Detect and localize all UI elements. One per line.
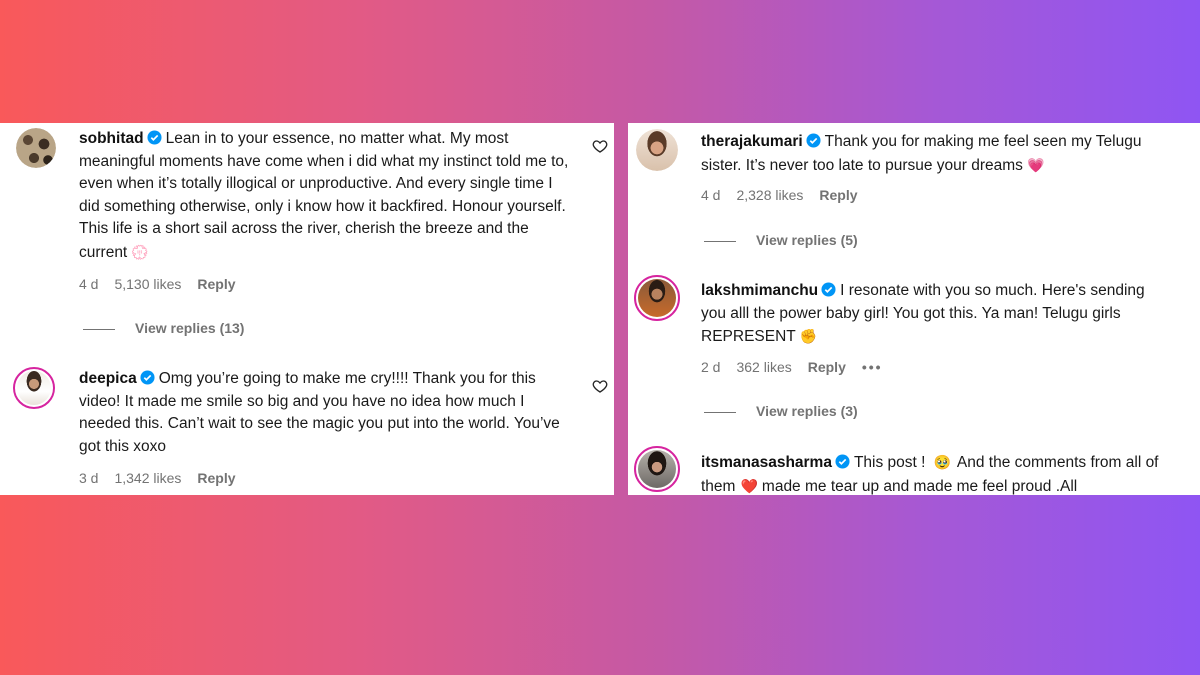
username[interactable]: therajakumari xyxy=(701,133,803,150)
comment-body: deepica Omg you’re going to make me cry!!… xyxy=(79,368,574,458)
comment-body: lakshmimanchu I resonate with you so much… xyxy=(701,280,1171,349)
comment-time: 2 d xyxy=(701,359,721,375)
teary-face-emoji: 🥹 xyxy=(933,454,951,470)
like-count[interactable]: 362 likes xyxy=(736,359,791,375)
comment-meta: 2 d 362 likes Reply ••• xyxy=(701,359,899,375)
avatar[interactable] xyxy=(634,275,680,321)
username[interactable]: lakshmimanchu xyxy=(701,282,818,299)
verified-badge-icon xyxy=(821,282,836,297)
comment-text-a: This post ! xyxy=(853,454,926,471)
replies-divider xyxy=(704,240,736,242)
avatar[interactable] xyxy=(13,367,55,409)
comment-time: 3 d xyxy=(79,470,99,486)
view-replies-label: View replies (13) xyxy=(135,320,245,336)
view-replies-label: View replies (5) xyxy=(756,232,858,248)
view-replies-label: View replies (3) xyxy=(756,403,858,419)
username[interactable]: itsmanasasharma xyxy=(701,454,832,471)
comment-meta: 3 d 1,342 likes Reply xyxy=(79,470,252,486)
heart-outline-icon[interactable] xyxy=(592,378,608,394)
avatar[interactable] xyxy=(16,128,56,168)
username[interactable]: sobhitad xyxy=(79,130,144,147)
comment-meta: 4 d 5,130 likes Reply xyxy=(79,276,252,292)
heart-outline-icon[interactable] xyxy=(592,138,608,154)
comments-panel-left: sobhitad Lean in to your essence, no matt… xyxy=(0,123,614,495)
red-heart-emoji: ❤️ xyxy=(740,477,758,494)
reply-button[interactable]: Reply xyxy=(819,187,857,203)
comment-text: Lean in to your essence, no matter what.… xyxy=(79,130,569,261)
like-count[interactable]: 5,130 likes xyxy=(114,276,181,292)
fist-emoji: ✊ xyxy=(799,328,818,344)
replies-divider xyxy=(704,411,736,413)
reply-button[interactable]: Reply xyxy=(197,276,235,292)
like-count[interactable]: 1,342 likes xyxy=(114,470,181,486)
verified-badge-icon xyxy=(147,130,162,145)
view-replies-button[interactable]: View replies (5) xyxy=(704,232,858,248)
more-options-icon[interactable]: ••• xyxy=(862,359,883,375)
view-replies-button[interactable]: View replies (3) xyxy=(704,403,858,419)
reply-button[interactable]: Reply xyxy=(808,359,846,375)
pink-heart-emoji: 💗 xyxy=(1026,156,1045,173)
view-replies-button[interactable]: View replies (13) xyxy=(83,320,244,336)
comment-time: 4 d xyxy=(79,276,99,292)
like-count[interactable]: 2,328 likes xyxy=(736,187,803,203)
avatar[interactable] xyxy=(636,129,678,171)
avatar[interactable] xyxy=(634,446,680,492)
comment-time: 4 d xyxy=(701,187,721,203)
flower-emoji: 💮 xyxy=(131,243,149,260)
comment-meta: 4 d 2,328 likes Reply xyxy=(701,187,874,203)
comments-panel-right: therajakumari Thank you for making me fee… xyxy=(628,123,1200,495)
replies-divider xyxy=(83,328,115,330)
comment-body: itsmanasasharma This post ! 🥹 And the comme… xyxy=(701,451,1171,495)
reply-button[interactable]: Reply xyxy=(197,470,235,486)
verified-badge-icon xyxy=(806,133,821,148)
verified-badge-icon xyxy=(140,370,155,385)
comment-body: sobhitad Lean in to your essence, no matt… xyxy=(79,128,574,264)
verified-badge-icon xyxy=(835,454,850,469)
username[interactable]: deepica xyxy=(79,370,137,387)
comment-body: therajakumari Thank you for making me fee… xyxy=(701,131,1171,177)
comment-text-c: made me tear up and made me feel proud .… xyxy=(761,477,1078,495)
